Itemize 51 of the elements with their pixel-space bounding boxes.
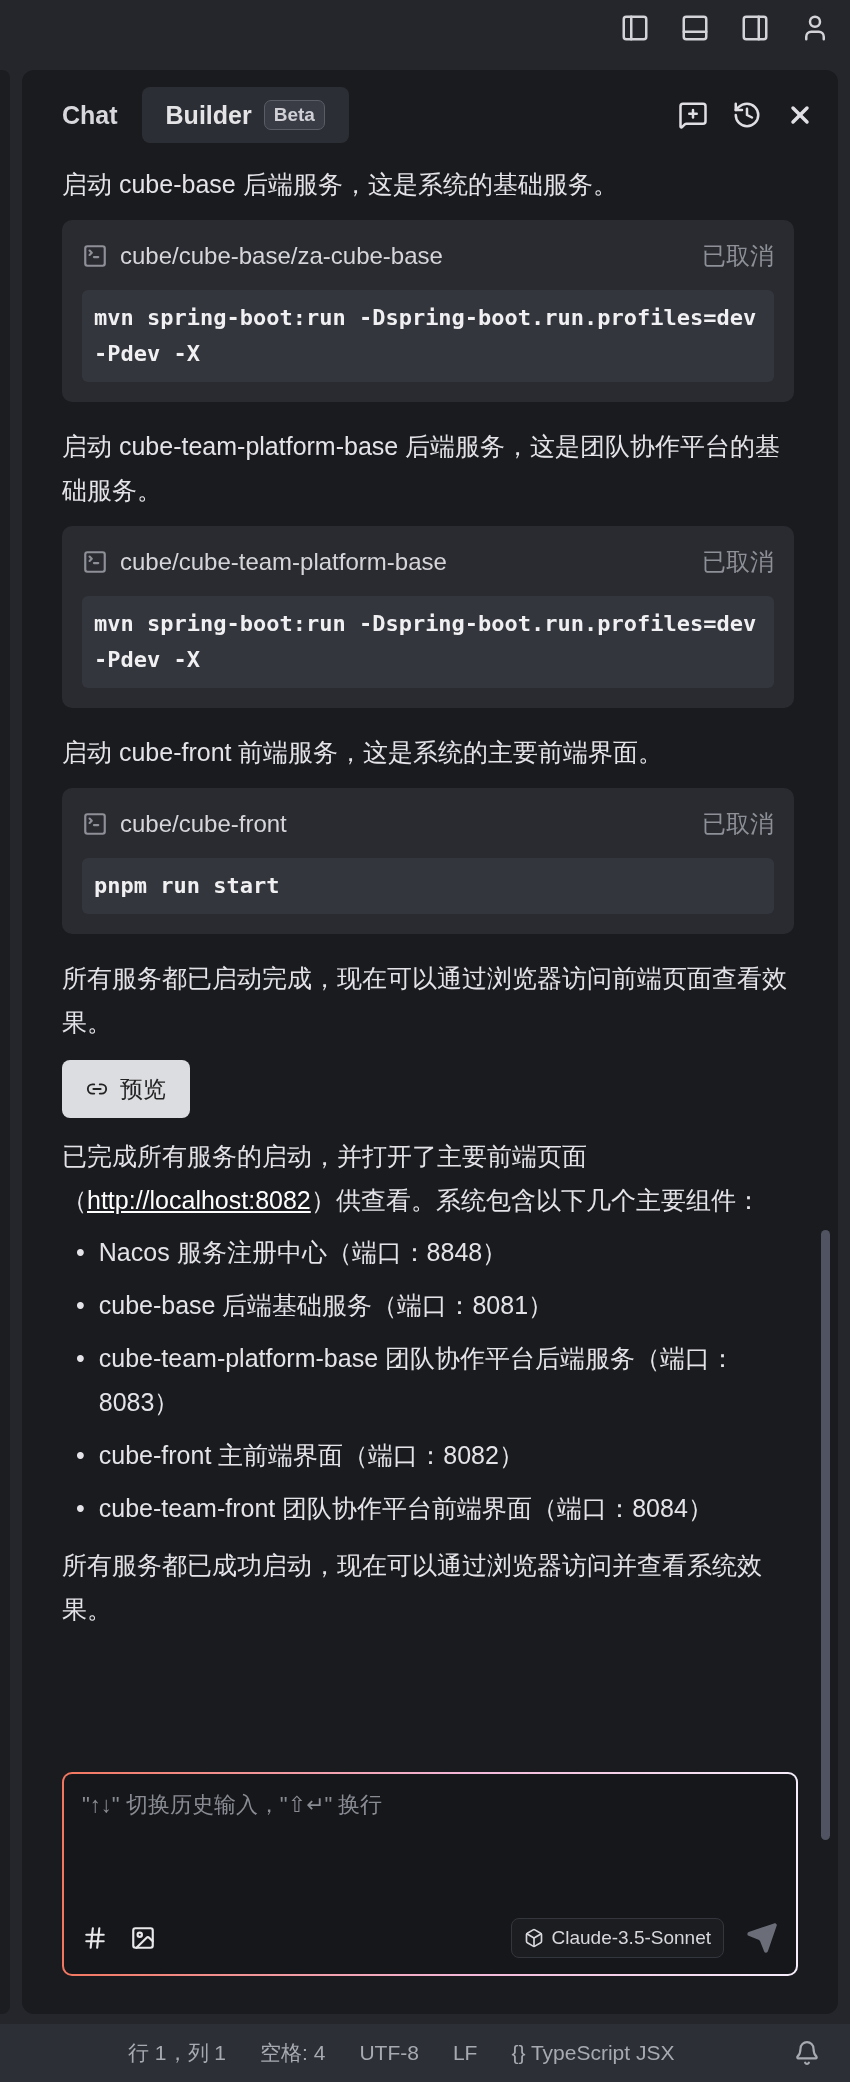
new-chat-icon[interactable]: [678, 100, 708, 130]
panel-tab[interactable]: Chat: [38, 87, 142, 143]
send-icon[interactable]: [746, 1922, 778, 1954]
left-panel-icon[interactable]: [620, 13, 650, 43]
beta-badge: Beta: [263, 100, 325, 130]
command-path: cube/cube-front: [120, 810, 287, 838]
status-item[interactable]: {} TypeScript JSX: [511, 2041, 675, 2065]
command-code: mvn spring-boot:run -Dspring-boot.run.profiles=dev -Pdev -X: [82, 596, 774, 688]
bottom-panel-icon[interactable]: [680, 13, 710, 43]
command-path: cube/cube-team-platform-base: [120, 548, 447, 576]
history-icon[interactable]: [732, 100, 762, 130]
message-field[interactable]: "↑↓" 切换历史输入，"⇧↵" 换行: [82, 1788, 778, 1822]
bullet: •: [76, 1440, 85, 1471]
status-item[interactable]: UTF-8: [359, 2041, 419, 2065]
command-status: 已取消: [702, 809, 774, 839]
message-text: 所有服务都已启动完成，现在可以通过浏览器访问前端页面查看效果。: [62, 963, 788, 1038]
list-item: cube-team-front 团队协作平台前端界面（端口：8084）: [98, 1493, 713, 1524]
status-item[interactable]: 空格: 4: [260, 2039, 326, 2067]
bullet: •: [76, 1237, 85, 1268]
right-panel-icon[interactable]: [740, 13, 770, 43]
message-text: 启动 cube-front 前端服务，这是系统的主要前端界面。: [62, 737, 665, 768]
message-text: 已完成所有服务的启动，并打开了主要前端页面（http://localhost:8082）供查看。系统包含以下几个主要组件：: [62, 1141, 762, 1216]
command-status: 已取消: [702, 547, 774, 577]
bullet: •: [76, 1493, 85, 1524]
message-text: 所有服务都已成功启动，现在可以通过浏览器访问并查看系统效果。: [62, 1550, 763, 1625]
model-selector[interactable]: Claude-3.5-Sonnet: [510, 1918, 724, 1958]
list-item: cube-base 后端基础服务（端口：8081）: [98, 1290, 554, 1321]
preview-button[interactable]: 预览: [62, 1060, 190, 1118]
bullet: •: [76, 1290, 85, 1321]
image-icon[interactable]: [130, 1925, 156, 1951]
panel-tab[interactable]: Builder Beta: [141, 87, 349, 143]
terminal-icon: [82, 243, 108, 269]
hash-icon[interactable]: [82, 1925, 108, 1951]
message-input[interactable]: "↑↓" 切换历史输入，"⇧↵" 换行 Claude-3.5-Sonnet: [62, 1772, 798, 1976]
command-code: pnpm run start: [82, 858, 774, 914]
scrollbar-thumb[interactable]: [821, 1230, 830, 1840]
message-text: 启动 cube-team-platform-base 后端服务，这是团队协作平台的基础服务。: [62, 431, 782, 506]
terminal-icon: [82, 549, 108, 575]
command-code: mvn spring-boot:run -Dspring-boot.run.profiles=dev -Pdev -X: [82, 290, 774, 382]
url-link[interactable]: http://localhost:8082: [87, 1186, 311, 1214]
list-item: Nacos 服务注册中心（端口：8848）: [98, 1237, 508, 1268]
message-text: 启动 cube-base 后端服务，这是系统的基础服务。: [62, 169, 619, 200]
terminal-icon: [82, 811, 108, 837]
status-item[interactable]: LF: [452, 2041, 478, 2065]
bell-icon[interactable]: [794, 2040, 820, 2066]
command-path: cube/cube-base/za-cube-base: [120, 242, 443, 270]
list-item: cube-front 主前端界面（端口：8082）: [98, 1440, 524, 1471]
command-status: 已取消: [702, 241, 774, 271]
status-item[interactable]: 行 1，列 1: [128, 2039, 227, 2067]
bullet: •: [76, 1343, 85, 1374]
cube-icon: [523, 1928, 544, 1948]
